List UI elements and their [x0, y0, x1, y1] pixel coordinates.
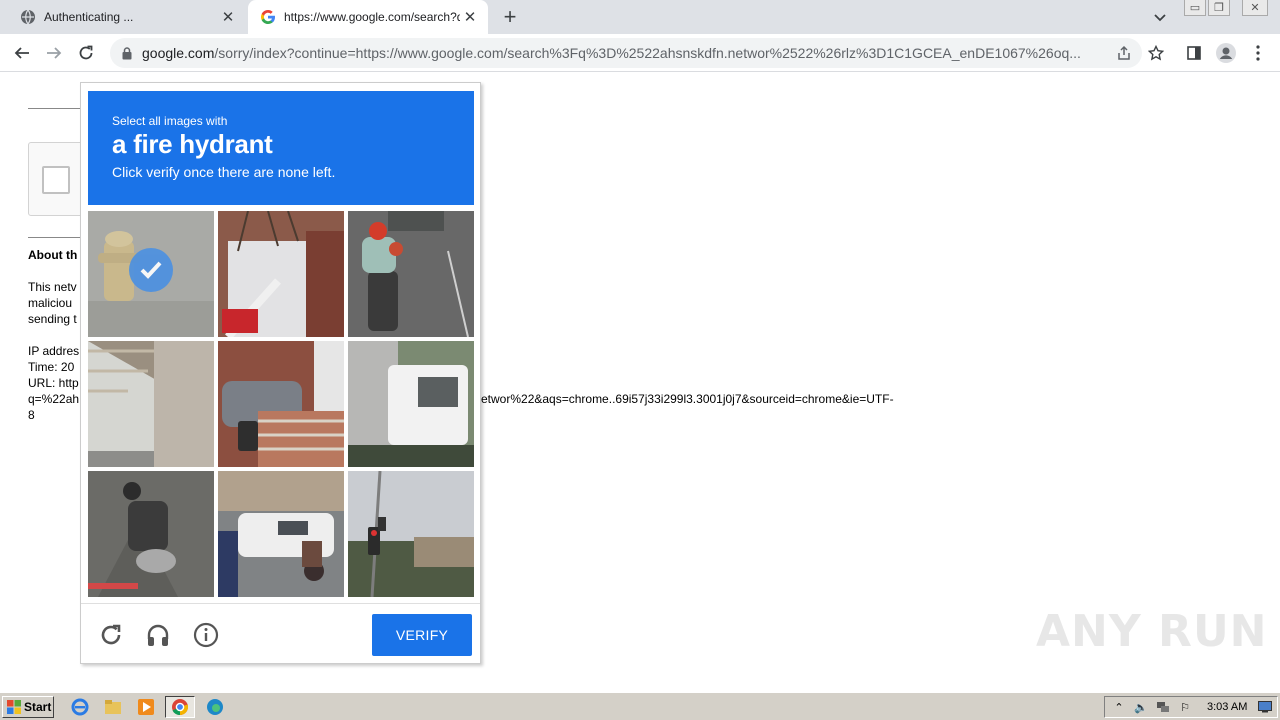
headphones-icon[interactable]: [145, 622, 171, 648]
action-center-flag-icon[interactable]: ⚐: [1177, 699, 1193, 715]
close-window-icon[interactable]: ✕: [1242, 0, 1268, 16]
image-tile-traffic-light[interactable]: [348, 471, 474, 597]
profile-avatar-icon[interactable]: [1214, 41, 1238, 65]
show-desktop-icon[interactable]: [1257, 699, 1273, 715]
address-url[interactable]: google.com/sorry/index?continue=https://…: [142, 45, 1097, 61]
bookmark-star-icon[interactable]: [1144, 41, 1168, 65]
media-player-icon[interactable]: [134, 696, 158, 718]
challenge-footer: VERIFY: [81, 603, 480, 663]
image-tile-fire-hydrant[interactable]: [88, 211, 214, 337]
recaptcha-challenge: Select all images with a fire hydrant Cl…: [80, 82, 481, 664]
checkmark-icon: [129, 248, 173, 292]
info-line: IP addres: [28, 344, 80, 358]
start-button[interactable]: Start: [2, 696, 54, 718]
volume-icon[interactable]: 🔈: [1133, 699, 1149, 715]
info-line: q=%22ah: [28, 392, 80, 406]
chrome-taskbar-icon[interactable]: [165, 696, 195, 718]
close-icon[interactable]: ✕: [460, 7, 480, 27]
tray-expand-icon[interactable]: ⌃: [1111, 699, 1127, 715]
reload-challenge-icon[interactable]: [98, 622, 124, 648]
tab-title: Authenticating ...: [44, 10, 134, 24]
windows-taskbar: Start ⌃ 🔈 ⚐ 3:03 AM: [0, 692, 1280, 720]
share-icon[interactable]: [1116, 45, 1132, 61]
back-arrow-icon[interactable]: [10, 41, 34, 65]
image-grid: [88, 211, 474, 597]
image-tile-motorcycle[interactable]: [88, 471, 214, 597]
windows-logo-icon: [7, 700, 21, 714]
image-tile-van-scooter[interactable]: [218, 471, 344, 597]
restore-icon[interactable]: ❐: [1208, 0, 1230, 16]
url-path: /sorry/index?continue=https://www.google…: [214, 45, 1081, 61]
network-icon[interactable]: [1155, 699, 1171, 715]
reload-icon[interactable]: [74, 41, 98, 65]
info-line: URL: http: [28, 376, 79, 390]
forward-arrow-icon[interactable]: [42, 41, 66, 65]
file-explorer-icon[interactable]: [101, 696, 125, 718]
tab-google-search[interactable]: https://www.google.com/search?q= ✕: [248, 0, 488, 34]
para-line: sending t: [28, 312, 77, 326]
edge-icon[interactable]: [203, 696, 227, 718]
recaptcha-checkbox[interactable]: [42, 166, 70, 194]
google-g-icon: [260, 9, 276, 25]
about-heading: About th: [28, 248, 78, 262]
info-icon[interactable]: [193, 622, 219, 648]
para-line: This netv: [28, 280, 77, 294]
system-tray: ⌃ 🔈 ⚐ 3:03 AM: [1104, 696, 1278, 718]
browser-toolbar: google.com/sorry/index?continue=https://…: [0, 34, 1280, 72]
instruction-text: Select all images with: [112, 114, 228, 128]
tab-authenticating[interactable]: Authenticating ... ✕: [8, 0, 246, 34]
divider: [28, 108, 88, 109]
recaptcha-anchor-box[interactable]: [28, 142, 88, 216]
url-host: google.com: [142, 45, 215, 61]
info-line: 8: [28, 408, 35, 422]
image-tile-car-steps[interactable]: [218, 341, 344, 467]
image-tile-overpass[interactable]: [88, 341, 214, 467]
chevron-down-icon[interactable]: [1150, 8, 1170, 28]
anyrun-watermark: ANY RUN: [1036, 606, 1268, 657]
image-tile-motorcycle-rider[interactable]: [348, 211, 474, 337]
lock-icon[interactable]: [120, 46, 134, 60]
start-label: Start: [24, 700, 52, 714]
globe-icon: [20, 9, 36, 25]
challenge-header: Select all images with a fire hydrant Cl…: [88, 91, 474, 205]
address-bar[interactable]: google.com/sorry/index?continue=https://…: [110, 38, 1142, 68]
divider: [28, 237, 88, 238]
url-tail: etwor%22&aqs=chrome..69i57j33i299l3.3001…: [481, 392, 894, 406]
target-object: a fire hydrant: [112, 129, 273, 159]
image-tile-stairs[interactable]: [218, 211, 344, 337]
tab-strip: Authenticating ... ✕ https://www.google.…: [0, 0, 1280, 34]
internet-explorer-icon[interactable]: [68, 696, 92, 718]
tab-title: https://www.google.com/search?q=: [284, 10, 460, 24]
close-icon[interactable]: ✕: [218, 7, 238, 27]
clock[interactable]: 3:03 AM: [1207, 701, 1247, 713]
verify-button[interactable]: VERIFY: [372, 614, 472, 656]
side-panel-icon[interactable]: [1182, 41, 1206, 65]
new-tab-icon[interactable]: +: [498, 4, 522, 29]
image-tile-white-truck[interactable]: [348, 341, 474, 467]
para-line: maliciou: [28, 296, 73, 310]
info-line: Time: 20: [28, 360, 75, 374]
instruction-subtext: Click verify once there are none left.: [112, 164, 336, 180]
kebab-menu-icon[interactable]: [1246, 41, 1270, 65]
minimize-icon[interactable]: ▭: [1184, 0, 1206, 16]
